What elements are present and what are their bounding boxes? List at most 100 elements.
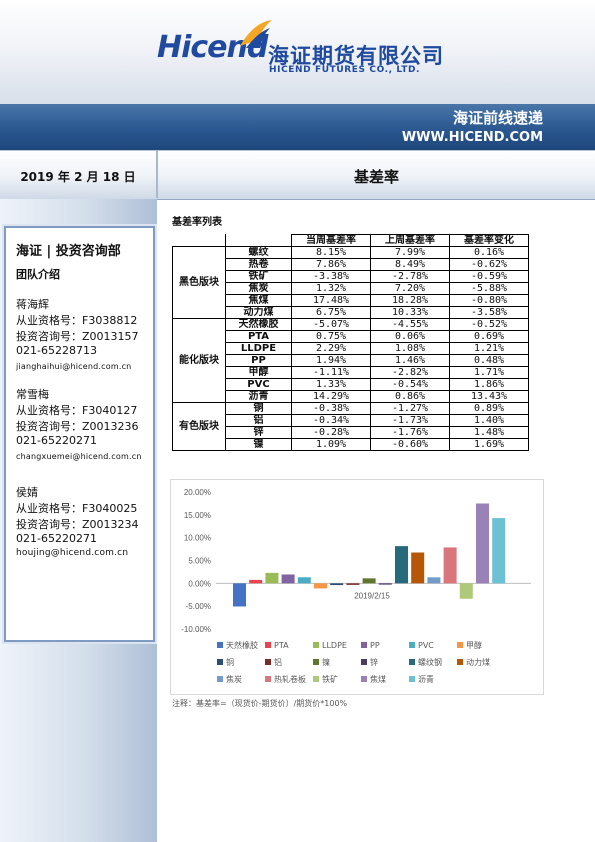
analyst-email[interactable]: jianghaihui@hicend.com.cn <box>16 362 131 371</box>
table-row: PP 1.94% 1.46% 0.48% <box>173 354 529 367</box>
commodity-name: 沥青 <box>225 390 292 403</box>
rate-cell: 10.33% <box>370 306 450 319</box>
bar-10 <box>378 583 392 585</box>
rate-cell: -0.52% <box>449 318 529 331</box>
rate-cell: -0.54% <box>370 378 450 391</box>
analyst-email[interactable]: changxuemei@hicend.com.cn <box>16 452 142 461</box>
bar-5 <box>297 577 311 584</box>
rate-cell: -1.76% <box>370 426 450 439</box>
table-row: 黑色版块 螺纹 8.15% 7.99% 0.16% <box>172 246 529 319</box>
commodity-name: 锌 <box>225 426 292 439</box>
column-header: 上周基差率 <box>370 234 450 247</box>
rate-cell: 0.69% <box>449 330 529 343</box>
rate-cell: 1.94% <box>291 354 371 367</box>
section-label: 黑色版块 <box>172 246 226 319</box>
legend-swatch <box>265 676 271 682</box>
table-row: 热卷 7.86% 8.49% -0.62% <box>173 258 529 271</box>
rate-cell: -1.11% <box>291 366 371 379</box>
rate-cell: -0.62% <box>449 258 529 271</box>
rate-cell: 8.49% <box>370 258 450 271</box>
rate-cell: -0.38% <box>291 402 371 415</box>
table-corner <box>172 234 226 247</box>
analyst-license: 从业资格号：F3038812 <box>16 314 138 327</box>
rate-cell: 1.33% <box>291 378 371 391</box>
legend-swatch <box>409 676 415 682</box>
rate-cell: 0.86% <box>370 390 450 403</box>
rate-cell: -2.82% <box>370 366 450 379</box>
y-tick-label: 10.00% <box>184 534 211 543</box>
rate-cell: -0.80% <box>449 294 529 307</box>
rate-cell: 1.08% <box>370 342 450 355</box>
legend-swatch <box>409 659 415 665</box>
analyst-phone: 021-65220271 <box>16 532 97 545</box>
legend-label: 沥青 <box>418 674 434 684</box>
analyst-consult-id: 投资咨询号：Z0013234 <box>16 518 139 531</box>
x-tick-label: 2019/2/15 <box>354 591 390 600</box>
rate-cell: 0.48% <box>449 354 529 367</box>
bar-9 <box>362 578 376 584</box>
legend-label: LLDPE <box>322 641 347 650</box>
rate-cell: 14.29% <box>291 390 371 403</box>
rate-cell: 17.48% <box>291 294 371 307</box>
website-link[interactable]: WWW.HICEND.COM <box>402 130 543 145</box>
table-row: PTA 0.75% 0.06% 0.69% <box>173 330 529 343</box>
rate-cell: 0.16% <box>449 246 529 259</box>
legend-label: 铁矿 <box>322 674 338 684</box>
legend-swatch <box>265 659 271 665</box>
commodity-name: 螺纹 <box>225 246 292 259</box>
rate-cell: 1.32% <box>291 282 371 295</box>
column-header: 基差率变化 <box>449 234 529 247</box>
table-row: 铁矿 -3.38% -2.78% -0.59% <box>173 270 529 283</box>
rate-cell: -4.55% <box>370 318 450 331</box>
table-row: 锌 -0.28% -1.76% 1.48% <box>173 426 529 439</box>
y-tick-label: 20.00% <box>184 488 211 497</box>
bar-14 <box>443 547 457 584</box>
rate-cell: 7.99% <box>370 246 450 259</box>
table-row: PVC 1.33% -0.54% 1.86% <box>173 378 529 391</box>
table-row: 动力煤 6.75% 10.33% -3.58% <box>173 306 529 319</box>
legend-label: PVC <box>418 641 434 650</box>
analyst-name: 蒋海辉 <box>16 298 49 311</box>
rate-cell: 2.29% <box>291 342 371 355</box>
bar-16 <box>476 503 489 584</box>
commodity-name: 铁矿 <box>225 270 292 283</box>
legend-label: 焦煤 <box>370 674 386 684</box>
bar-15 <box>459 583 473 599</box>
rate-cell: 1.46% <box>370 354 450 367</box>
rate-cell: -0.28% <box>291 426 371 439</box>
table-header-row: 当周基差率 上周基差率 基差率变化 <box>172 234 529 247</box>
table-row: 沥青 14.29% 0.86% 13.43% <box>173 390 529 403</box>
legend-swatch <box>457 642 463 648</box>
analyst-email[interactable]: houjing@hicend.com.cn <box>16 548 128 558</box>
legend-label: 螺纹钢 <box>418 657 442 667</box>
rate-cell: 0.75% <box>291 330 371 343</box>
bar-11 <box>395 546 408 584</box>
y-tick-label: -5.00% <box>186 602 211 611</box>
legend-swatch <box>313 642 319 648</box>
table-row: 焦煤 17.48% 18.28% -0.80% <box>173 294 529 307</box>
company-name-en: HICEND FUTURES CO., LTD. <box>269 65 421 75</box>
commodity-name: 焦炭 <box>225 282 292 295</box>
rate-cell: -1.27% <box>370 402 450 415</box>
table-row: 铝 -0.34% -1.73% 1.40% <box>173 414 529 427</box>
analyst-name: 常雪梅 <box>16 388 49 401</box>
commodity-name: 甲醇 <box>225 366 292 379</box>
legend-swatch <box>313 659 319 665</box>
section-label: 能化版块 <box>172 318 226 403</box>
legend-swatch <box>361 642 367 648</box>
y-tick-label: 15.00% <box>184 511 211 520</box>
table-corner <box>225 234 292 247</box>
legend-label: 动力煤 <box>466 657 490 667</box>
analyst-consult-id: 投资咨询号：Z0013157 <box>16 330 139 343</box>
commodity-name: PTA <box>225 330 292 343</box>
team-info-box: 海证 | 投资咨询部 团队介绍 蒋海辉 从业资格号：F3038812 投资咨询号… <box>4 226 155 642</box>
bar-4 <box>281 574 295 584</box>
rate-cell: -0.60% <box>370 438 450 451</box>
y-tick-label: 0.00% <box>188 579 211 588</box>
formula-note: 注释：基差率=（现货价-期货价）/期货价*100% <box>172 699 348 708</box>
commodity-name: 镍 <box>225 438 292 451</box>
table-body: 黑色版块 螺纹 8.15% 7.99% 0.16% 热卷 7.86% 8.49% -0.62% 铁… <box>172 246 529 451</box>
legend-label: 天然橡胶 <box>226 640 258 650</box>
legend-label: 热轧卷板 <box>274 674 306 684</box>
legend-label: 焦炭 <box>226 674 242 684</box>
